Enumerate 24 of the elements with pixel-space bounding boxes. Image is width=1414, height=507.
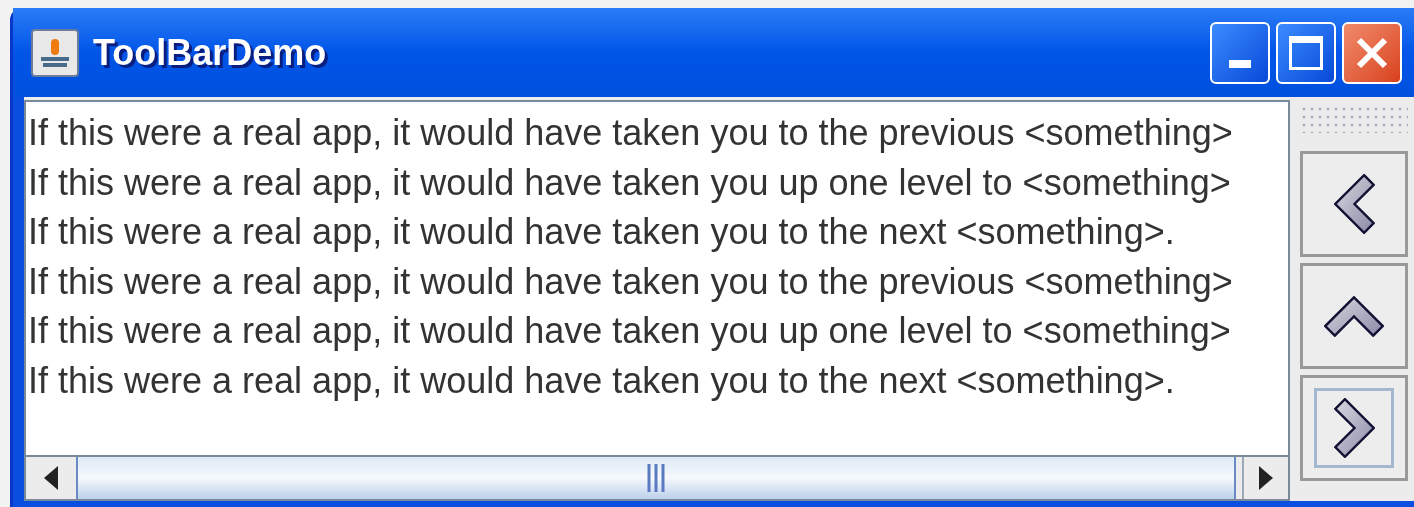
- up-chevron-icon: [1324, 295, 1384, 337]
- minimize-button[interactable]: [1210, 21, 1270, 84]
- window-title: ToolBarDemo: [93, 30, 327, 75]
- left-chevron-icon: [1333, 174, 1375, 234]
- text-line: If this were a real app, it would have taken you up one level to <something>: [28, 160, 1231, 205]
- toolbar-button[interactable]: [1300, 263, 1408, 369]
- grip-icon: [647, 464, 665, 492]
- maximize-icon: [1289, 35, 1323, 70]
- close-button[interactable]: [1342, 21, 1402, 84]
- right-chevron-icon: [1333, 398, 1375, 458]
- text-line: If this were a real app, it would have taken you to the next <something>.: [28, 210, 1175, 254]
- toolbar-button[interactable]: [1300, 151, 1408, 257]
- close-icon: [1355, 35, 1389, 70]
- toolbar-button[interactable]: [1300, 375, 1408, 481]
- right-arrow-icon: [1259, 466, 1273, 490]
- maximize-button[interactable]: [1276, 21, 1336, 84]
- minimize-icon: [1229, 59, 1251, 68]
- text-line: If this were a real app, it would have taken you to the next <something>.: [28, 358, 1175, 403]
- left-arrow-icon: [44, 466, 58, 490]
- toolbar-grip[interactable]: [1300, 105, 1408, 133]
- text-area[interactable]: [26, 102, 1288, 455]
- text-line: If this were a real app, it would have taken you to the previous <something>: [28, 111, 1233, 155]
- text-line: If this were a real app, it would have taken you to the previous <something>: [28, 259, 1233, 304]
- text-line: If this were a real app, it would have taken you up one level to <something>: [28, 309, 1231, 353]
